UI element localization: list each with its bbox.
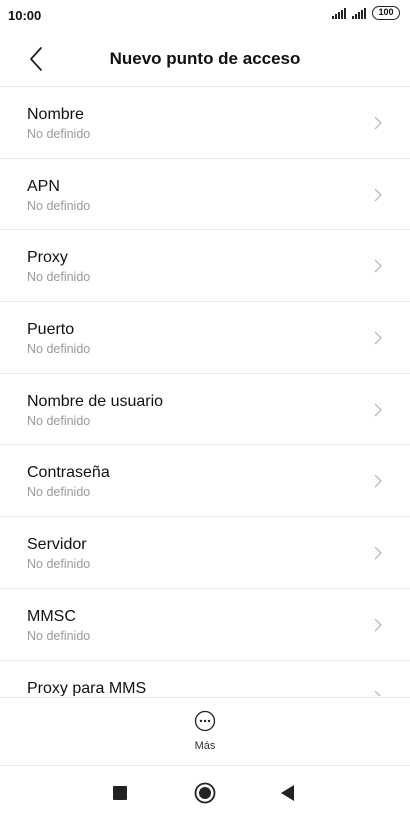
signal-icon	[332, 7, 346, 19]
item-subtitle: No definido	[27, 198, 91, 213]
item-subtitle: No definido	[27, 270, 91, 285]
list-item-nombre[interactable]: Nombre No definido	[0, 87, 410, 159]
item-title: Nombre de usuario	[27, 392, 164, 410]
nav-back-button[interactable]	[281, 785, 295, 806]
chevron-right-icon	[374, 403, 382, 417]
item-subtitle: No definido	[27, 342, 91, 357]
list-item-proxy-para-mms[interactable]: Proxy para MMS	[0, 661, 410, 697]
signal-icon	[352, 7, 366, 19]
item-subtitle: No definido	[27, 413, 91, 428]
page-title: Nuevo punto de acceso	[109, 49, 301, 68]
system-nav-bar	[0, 766, 410, 820]
list-item-mmsc[interactable]: MMSC No definido	[0, 589, 410, 661]
item-subtitle: No definido	[27, 485, 91, 500]
battery-level: 100	[378, 7, 394, 17]
battery-icon: 100	[372, 6, 400, 20]
apn-settings-list: Nombre No definido APN No definido Proxy…	[0, 87, 410, 696]
list-item-proxy[interactable]: Proxy No definido	[0, 230, 410, 303]
item-subtitle: No definido	[27, 127, 91, 141]
item-subtitle: No definido	[27, 557, 91, 572]
home-button[interactable]	[194, 782, 216, 809]
recents-button[interactable]	[113, 786, 127, 805]
status-icons: 100	[332, 6, 400, 20]
more-button[interactable]: Más	[184, 710, 226, 758]
bottom-action-bar: Más	[0, 697, 410, 765]
chevron-right-icon	[374, 331, 382, 345]
item-title: MMSC	[27, 607, 76, 625]
item-title: Servidor	[27, 536, 87, 554]
item-title: Nombre	[27, 106, 84, 123]
item-title: Proxy para MMS	[27, 679, 147, 697]
back-triangle-icon	[281, 785, 294, 801]
item-title: APN	[27, 177, 60, 195]
status-time: 10:00	[8, 8, 42, 23]
chevron-right-icon	[374, 116, 382, 130]
home-circle-icon	[194, 782, 216, 804]
more-options-icon	[194, 710, 216, 732]
recents-square-icon	[113, 786, 127, 800]
chevron-right-icon	[374, 690, 382, 696]
list-item-apn[interactable]: APN No definido	[0, 159, 410, 231]
status-bar: 10:00 100	[0, 0, 410, 30]
item-title: Puerto	[27, 321, 75, 339]
more-label: Más	[194, 740, 216, 752]
chevron-right-icon	[374, 618, 382, 632]
list-item-nombre-de-usuario[interactable]: Nombre de usuario No definido	[0, 374, 410, 446]
list-item-contrasena[interactable]: Contraseña No definido	[0, 445, 410, 518]
chevron-right-icon	[374, 259, 382, 273]
app-header: Nuevo punto de acceso	[0, 38, 410, 82]
item-subtitle: No definido	[27, 628, 91, 643]
chevron-right-icon	[374, 474, 382, 488]
chevron-right-icon	[374, 188, 382, 202]
list-item-puerto[interactable]: Puerto No definido	[0, 302, 410, 374]
list-item-servidor[interactable]: Servidor No definido	[0, 517, 410, 589]
item-title: Proxy	[27, 249, 68, 267]
chevron-right-icon	[374, 546, 382, 560]
item-title: Contraseña	[27, 464, 110, 482]
